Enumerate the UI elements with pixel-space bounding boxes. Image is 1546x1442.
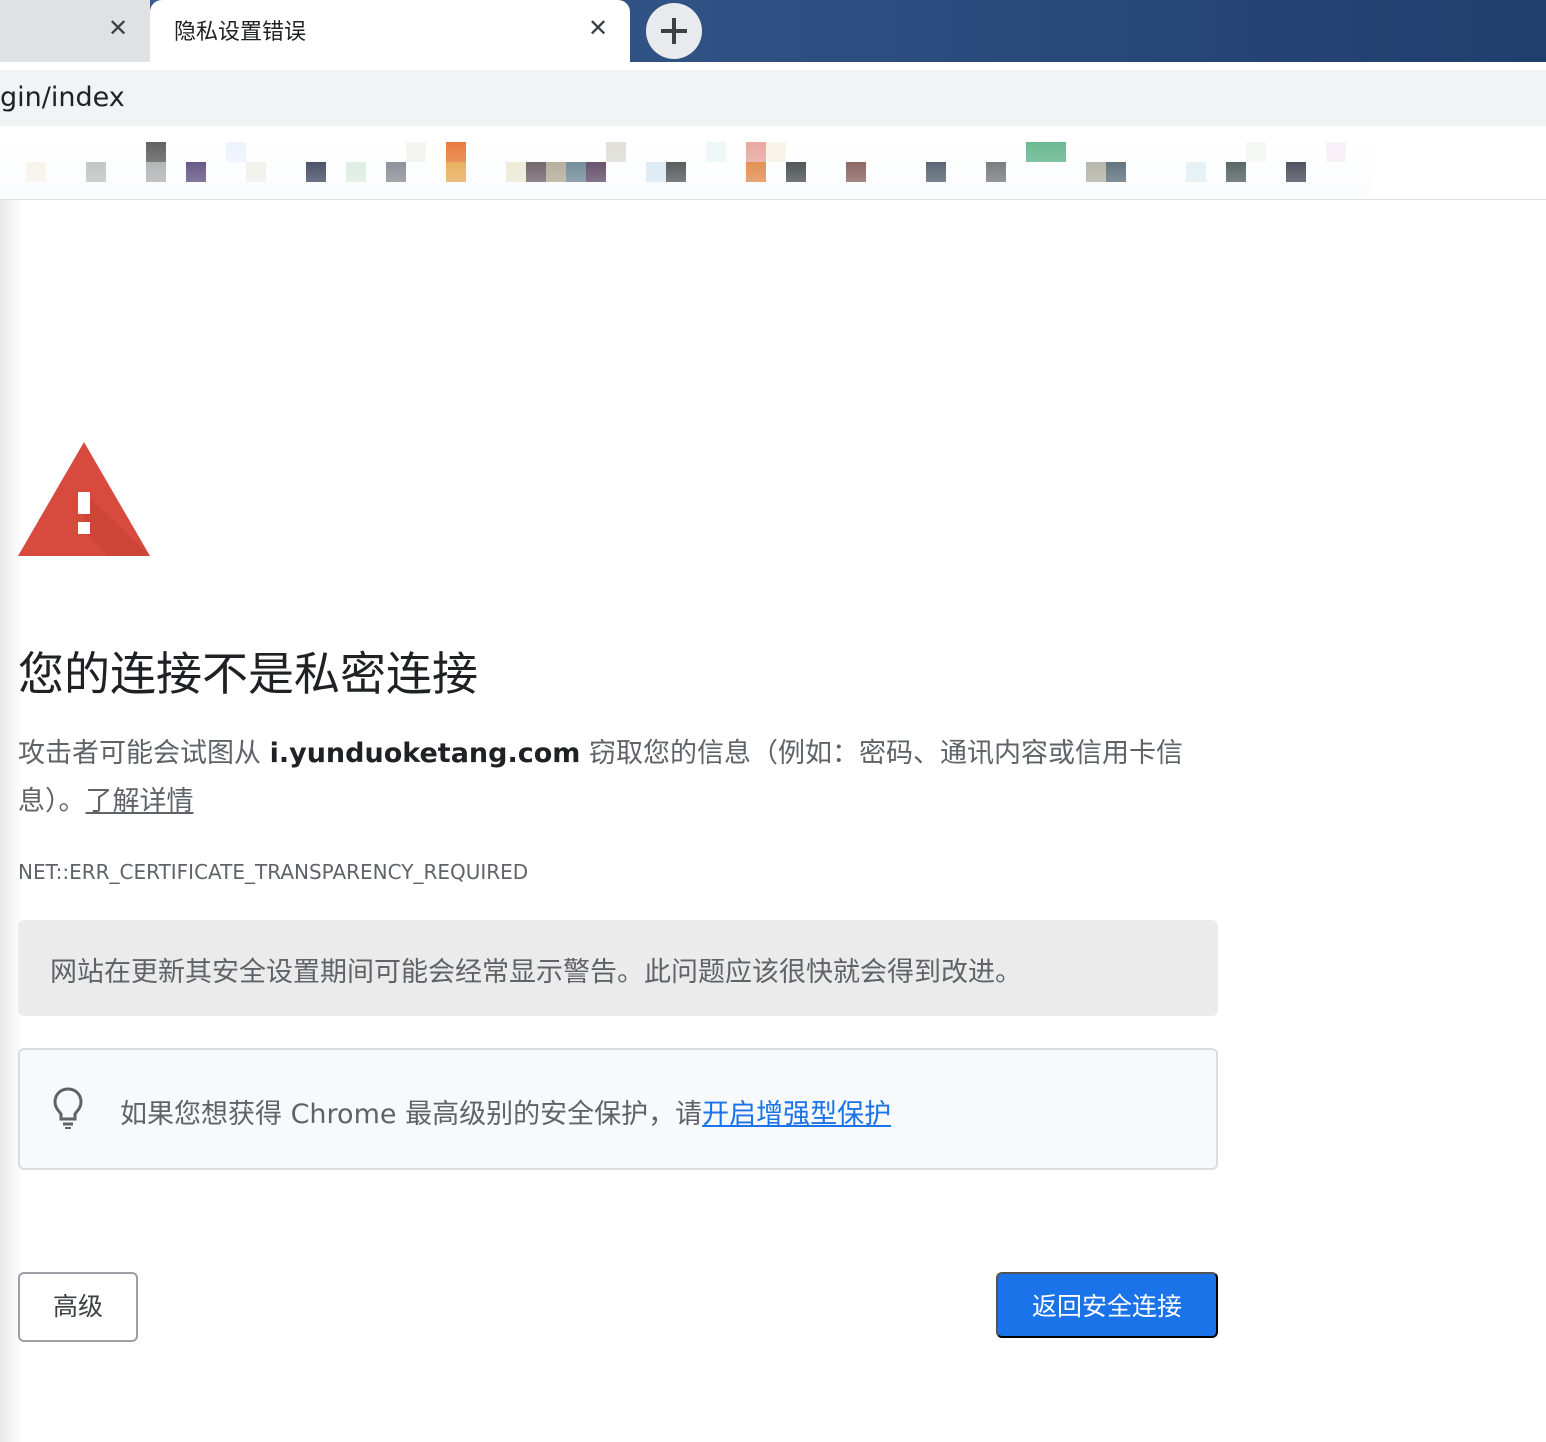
tip-prefix: 如果您想获得 Chrome 最高级别的安全保护，请 bbox=[120, 1099, 703, 1130]
plus-icon bbox=[661, 18, 687, 44]
enhanced-protection-tip: 如果您想获得 Chrome 最高级别的安全保护，请开启增强型保护 bbox=[18, 1048, 1218, 1170]
warning-icon bbox=[18, 442, 150, 556]
lightbulb-icon bbox=[53, 1087, 83, 1129]
tip-text: 如果您想获得 Chrome 最高级别的安全保护，请开启增强型保护 bbox=[120, 1092, 891, 1131]
tab-title: 隐私设置错误 bbox=[174, 20, 307, 45]
description-prefix: 攻击者可能会试图从 bbox=[18, 738, 270, 769]
bookmarks-bar bbox=[0, 126, 1546, 200]
notice-text: 网站在更新其安全设置期间可能会经常显示警告。此问题应该很快就会得到改进。 bbox=[50, 957, 1022, 988]
new-tab-button[interactable] bbox=[646, 3, 702, 59]
tab-close-icon[interactable]: ✕ bbox=[104, 14, 132, 42]
tab-background[interactable]: ✕ bbox=[0, 0, 150, 62]
tab-privacy-error[interactable]: 隐私设置错误 ✕ bbox=[150, 0, 630, 70]
bookmarks-blur bbox=[0, 140, 1370, 196]
back-to-safety-button[interactable]: 返回安全连接 bbox=[996, 1272, 1218, 1338]
page-title: 您的连接不是私密连接 bbox=[18, 647, 478, 701]
notice-box: 网站在更新其安全设置期间可能会经常显示警告。此问题应该很快就会得到改进。 bbox=[18, 920, 1218, 1016]
warning-description: 攻击者可能会试图从 i.yunduoketang.com 窃取您的信息（例如：密… bbox=[18, 730, 1218, 826]
error-code: NET::ERR_CERTIFICATE_TRANSPARENCY_REQUIR… bbox=[18, 860, 529, 884]
enable-enhanced-protection-link[interactable]: 开启增强型保护 bbox=[702, 1099, 891, 1130]
site-domain: i.yunduoketang.com bbox=[269, 738, 581, 769]
advanced-button[interactable]: 高级 bbox=[18, 1272, 138, 1342]
address-bar[interactable]: gin/index bbox=[0, 70, 1546, 126]
tab-strip: ✕ 隐私设置错误 ✕ bbox=[0, 0, 1546, 70]
learn-more-link[interactable]: 了解详情 bbox=[86, 786, 194, 817]
url-text[interactable]: gin/index bbox=[0, 82, 125, 113]
tab-close-icon[interactable]: ✕ bbox=[584, 14, 612, 42]
